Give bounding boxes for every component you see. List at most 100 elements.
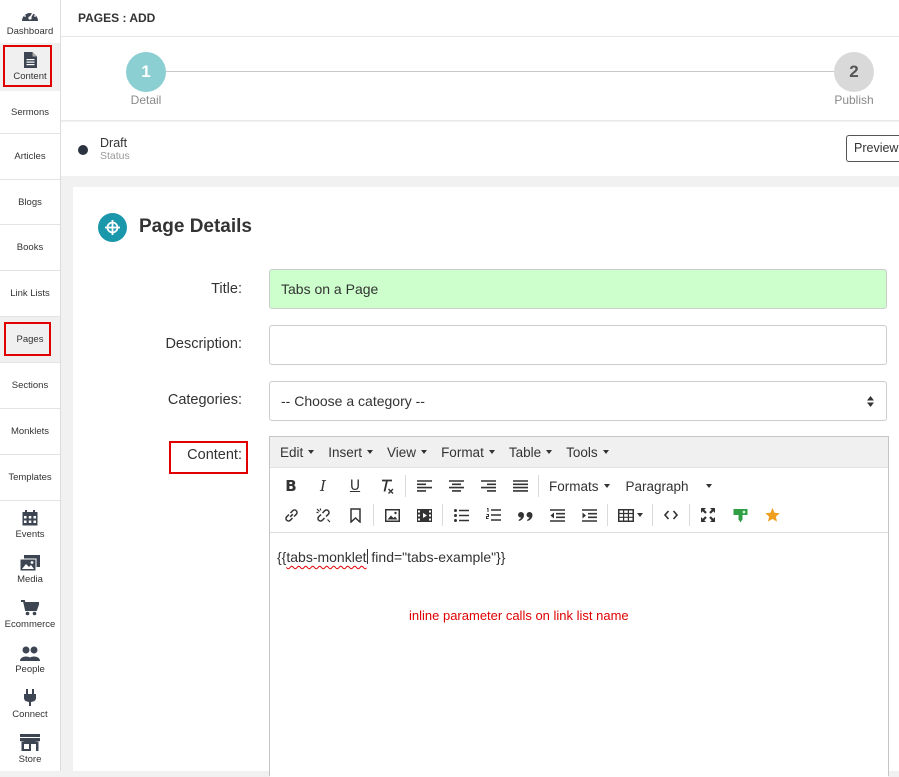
favorite-button[interactable]	[756, 502, 788, 528]
sidebar: Dashboard Content Sermons Articles Blogs…	[0, 0, 61, 771]
menu-view[interactable]: View	[380, 445, 434, 460]
fullscreen-button[interactable]	[692, 502, 724, 528]
sidebar-item-label: Store	[18, 753, 42, 765]
align-left-button[interactable]	[408, 473, 440, 499]
sidebar-item-label: Pages	[16, 334, 44, 345]
align-justify-icon	[512, 480, 528, 492]
menu-insert[interactable]: Insert	[321, 445, 380, 460]
anchor-button[interactable]	[339, 502, 371, 528]
blockquote-button[interactable]	[509, 502, 541, 528]
sidebar-item-connect[interactable]: Connect	[0, 684, 60, 724]
source-code-button[interactable]	[655, 502, 687, 528]
underline-button[interactable]: U	[339, 473, 371, 499]
sidebar-item-link-lists[interactable]: Link Lists	[0, 271, 60, 317]
sidebar-item-dashboard[interactable]: Dashboard	[0, 0, 60, 43]
steps-connector-line	[166, 71, 834, 72]
status-value: Draft	[100, 136, 128, 150]
editor-toolbar-row-2	[270, 501, 788, 529]
remove-link-button[interactable]	[307, 502, 339, 528]
outdent-button[interactable]	[541, 502, 573, 528]
sidebar-item-label: Templates	[8, 472, 52, 483]
caret-down-icon	[546, 450, 553, 454]
editor-menubar: Edit Insert View Format Table Tools	[270, 437, 888, 468]
preview-button[interactable]: Preview	[846, 135, 899, 162]
sidebar-item-books[interactable]: Books	[0, 225, 60, 271]
paragraph-dropdown[interactable]: Paragraph	[618, 473, 720, 499]
indent-button[interactable]	[573, 502, 605, 528]
sidebar-item-people[interactable]: People	[0, 640, 60, 680]
editor-content-area[interactable]: {{tabs-monklet find="tabs-example"}} inl…	[270, 532, 888, 777]
crosshair-icon	[98, 213, 127, 242]
numbered-list-button[interactable]	[477, 502, 509, 528]
step-label-publish: Publish	[834, 93, 874, 107]
caret-down-icon	[367, 450, 374, 454]
sidebar-item-label: Media	[17, 574, 43, 585]
caret-down-icon	[636, 513, 643, 517]
fullscreen-icon	[701, 508, 715, 522]
clear-formatting-icon	[381, 479, 393, 494]
sidebar-item-media[interactable]: Media	[0, 550, 60, 590]
sidebar-item-label: Monklets	[10, 426, 49, 437]
caret-down-icon	[602, 450, 609, 454]
sidebar-item-events[interactable]: Events	[0, 505, 60, 545]
annotation-text: inline parameter calls on link list name	[409, 608, 629, 623]
cart-icon	[21, 600, 39, 616]
image-icon	[384, 508, 400, 522]
sidebar-item-templates[interactable]: Templates	[0, 455, 60, 501]
formats-dropdown[interactable]: Formats	[541, 473, 618, 499]
caret-down-icon	[603, 484, 610, 488]
insert-image-button[interactable]	[376, 502, 408, 528]
sidebar-item-content[interactable]: Content	[0, 43, 60, 91]
step-circle-detail[interactable]: 1	[126, 52, 166, 92]
sidebar-item-blogs[interactable]: Blogs	[0, 180, 60, 225]
caret-down-icon	[308, 450, 315, 454]
bullet-list-icon	[453, 508, 469, 522]
main-area: PAGES : ADD 1 Detail 2 Publish Draft Sta…	[61, 0, 899, 777]
toolbar-separator	[538, 475, 539, 497]
align-justify-button[interactable]	[504, 473, 536, 499]
sidebar-item-label: Blogs	[18, 196, 42, 208]
insert-link-button[interactable]	[275, 502, 307, 528]
description-input[interactable]	[269, 325, 887, 365]
sidebar-item-sections[interactable]: Sections	[0, 363, 60, 409]
sidebar-item-pages[interactable]: Pages	[0, 317, 60, 363]
italic-button[interactable]: I	[307, 473, 339, 499]
sidebar-item-label: People	[15, 663, 45, 675]
align-right-icon	[480, 480, 496, 492]
align-right-button[interactable]	[472, 473, 504, 499]
categories-select[interactable]: -- Choose a category --	[269, 381, 887, 421]
menu-tools[interactable]: Tools	[559, 445, 616, 460]
plug-icon	[24, 688, 36, 706]
table-button[interactable]	[610, 502, 650, 528]
caret-down-icon	[705, 484, 712, 488]
toolbar-separator	[405, 475, 406, 497]
caret-down-icon	[488, 450, 495, 454]
clear-formatting-button[interactable]	[371, 473, 403, 499]
insert-media-button[interactable]	[408, 502, 440, 528]
dashboard-icon	[22, 10, 38, 21]
align-center-button[interactable]	[440, 473, 472, 499]
caret-down-icon	[421, 450, 428, 454]
title-input[interactable]: Tabs on a Page	[269, 269, 887, 309]
step-circle-publish[interactable]: 2	[834, 52, 874, 92]
sidebar-item-articles[interactable]: Articles	[0, 134, 60, 180]
align-left-icon	[416, 480, 432, 492]
bullet-list-button[interactable]	[445, 502, 477, 528]
sidebar-item-monklets[interactable]: Monklets	[0, 409, 60, 455]
sidebar-item-label: Books	[16, 242, 44, 253]
monklet-button[interactable]	[724, 502, 756, 528]
bold-button[interactable]: B	[275, 473, 307, 499]
sidebar-item-sermons[interactable]: Sermons	[0, 91, 60, 134]
menu-format[interactable]: Format	[434, 445, 502, 460]
video-icon	[416, 508, 432, 522]
status-caption: Status	[100, 150, 130, 162]
table-icon	[617, 508, 634, 522]
toolbar-separator	[373, 504, 374, 526]
toolbar-separator	[607, 504, 608, 526]
sidebar-item-label: Dashboard	[6, 25, 54, 37]
sidebar-item-store[interactable]: Store	[0, 729, 60, 769]
menu-table[interactable]: Table	[502, 445, 559, 460]
sidebar-item-ecommerce[interactable]: Ecommerce	[0, 595, 60, 635]
menu-edit[interactable]: Edit	[273, 445, 321, 460]
sidebar-item-label: Link Lists	[10, 288, 50, 299]
